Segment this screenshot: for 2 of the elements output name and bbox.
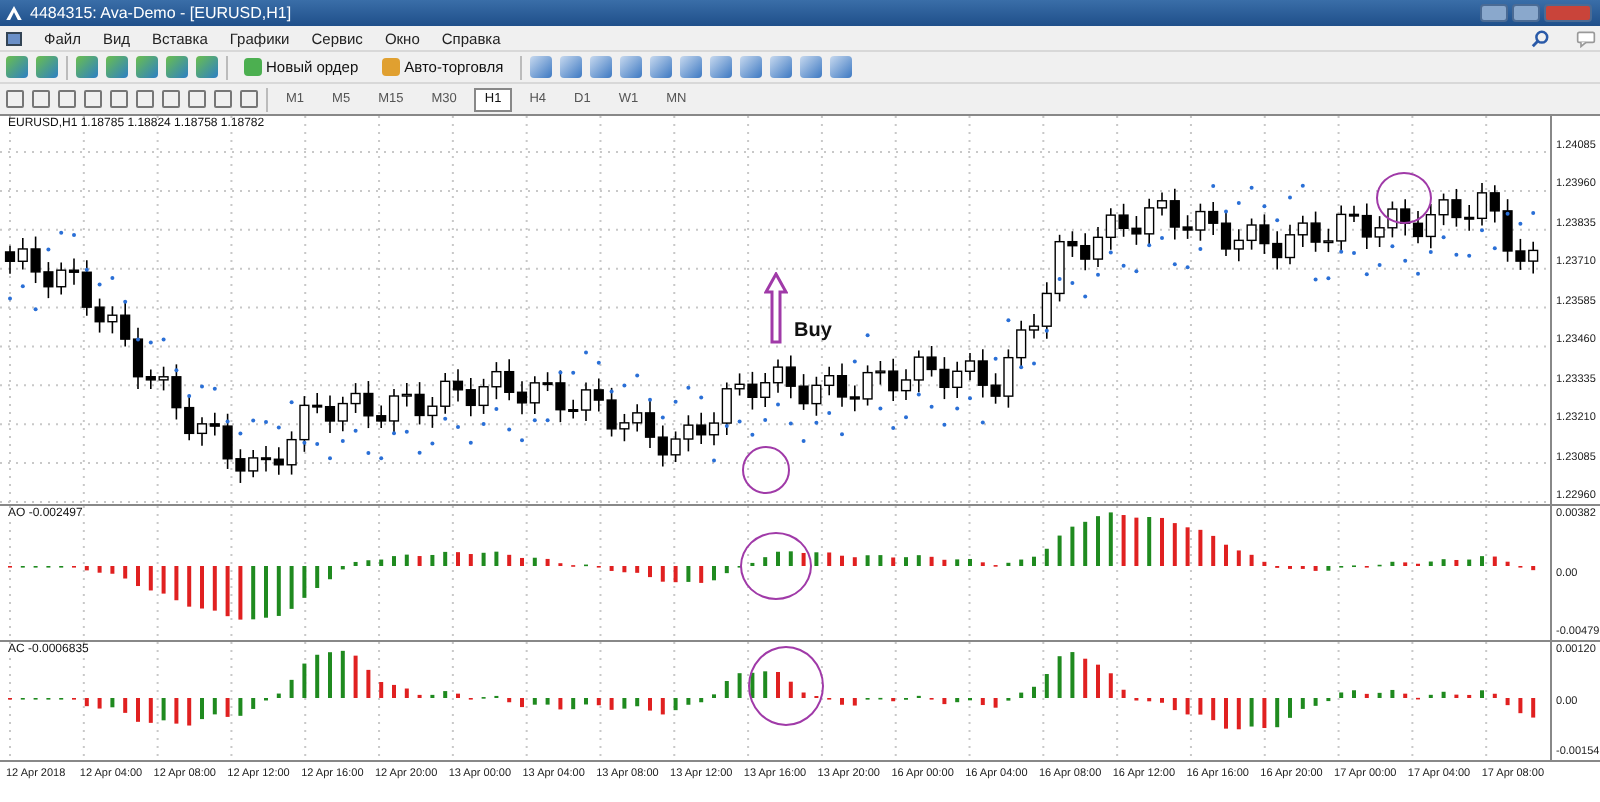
window-title: 4484315: Ava-Demo - [EURUSD,H1] bbox=[30, 4, 294, 22]
buy-annotation: Buy bbox=[794, 320, 832, 342]
